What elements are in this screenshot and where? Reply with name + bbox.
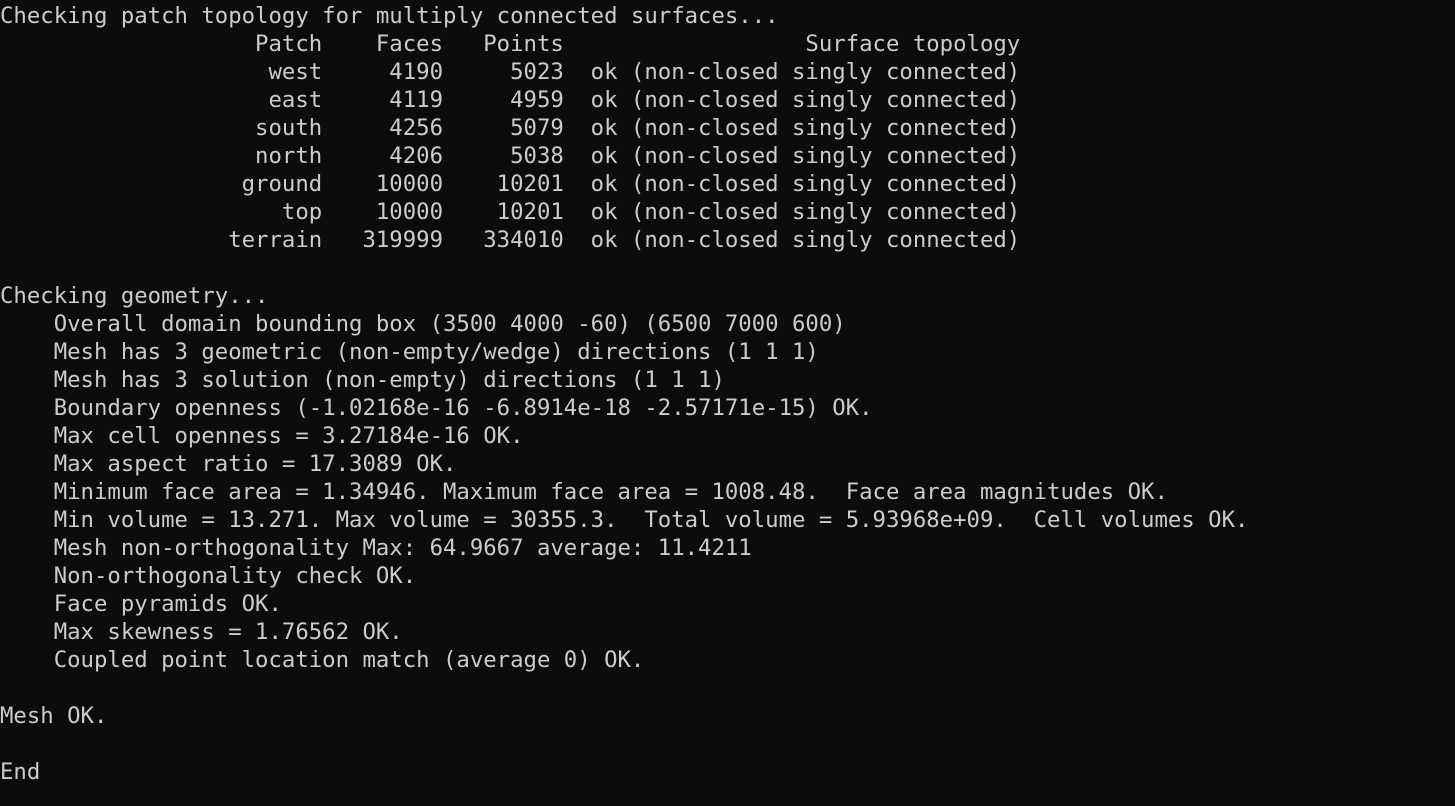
console-line: Mesh OK. (0, 703, 108, 729)
console-line: Checking geometry... (0, 283, 269, 309)
console-line: Patch Faces Points Surface topology (0, 31, 1021, 57)
console-line: Boundary openness (-1.02168e-16 -6.8914e… (0, 395, 873, 421)
terminal-output: Checking patch topology for multiply con… (0, 2, 1455, 806)
console-line: Mesh has 3 geometric (non-empty/wedge) d… (0, 339, 819, 365)
console-line: east 4119 4959 ok (non-closed singly con… (0, 87, 1021, 113)
console-line: Face pyramids OK. (0, 591, 282, 617)
console-line: Checking patch topology for multiply con… (0, 3, 779, 29)
console-line: south 4256 5079 ok (non-closed singly co… (0, 115, 1021, 141)
console-line: Minimum face area = 1.34946. Maximum fac… (0, 479, 1168, 505)
console-line: west 4190 5023 ok (non-closed singly con… (0, 59, 1021, 85)
console-line: Mesh non-orthogonality Max: 64.9667 aver… (0, 535, 752, 561)
console-line: north 4206 5038 ok (non-closed singly co… (0, 143, 1021, 169)
console-line: Min volume = 13.271. Max volume = 30355.… (0, 507, 1249, 533)
console-line: Max aspect ratio = 17.3089 OK. (0, 451, 457, 477)
console-line: Coupled point location match (average 0)… (0, 647, 645, 673)
console-line: terrain 319999 334010 ok (non-closed sin… (0, 227, 1021, 253)
console-line: End (0, 759, 41, 785)
console-line: ground 10000 10201 ok (non-closed singly… (0, 171, 1021, 197)
console-line: Max cell openness = 3.27184e-16 OK. (0, 423, 524, 449)
console-line: top 10000 10201 ok (non-closed singly co… (0, 199, 1021, 225)
console-line: Max skewness = 1.76562 OK. (0, 619, 403, 645)
console-line: Mesh has 3 solution (non-empty) directio… (0, 367, 725, 393)
console-line: Overall domain bounding box (3500 4000 -… (0, 311, 846, 337)
console-line: Non-orthogonality check OK. (0, 563, 417, 589)
